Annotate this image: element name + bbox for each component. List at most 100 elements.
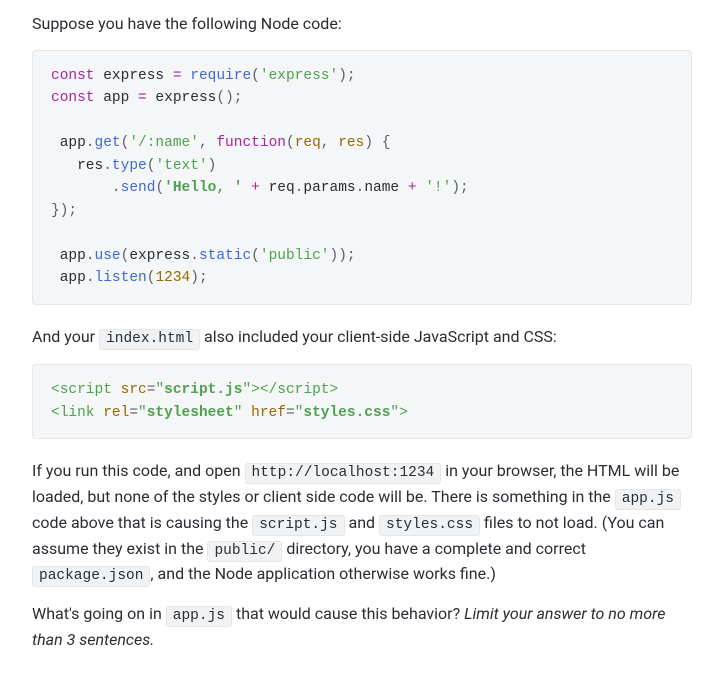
fn-send: send: [121, 180, 156, 196]
tag-link: link: [60, 405, 95, 421]
str-text: 'text': [155, 158, 207, 174]
txt: [242, 180, 251, 196]
text: that would cause this behavior?: [232, 604, 464, 623]
txt: app: [95, 90, 139, 106]
para-2: And your index.html also included your c…: [32, 325, 692, 351]
punc: ;: [460, 180, 469, 196]
txt: [51, 180, 112, 196]
op-eq: =: [173, 68, 182, 84]
str-bang: '!': [425, 180, 451, 196]
txt: params: [303, 180, 355, 196]
punc: .: [356, 180, 365, 196]
text: directory, you have a complete and corre…: [282, 539, 586, 558]
txt: express: [147, 90, 217, 106]
kw-const: const: [51, 90, 95, 106]
punc: ;: [347, 68, 356, 84]
txt: req: [260, 180, 295, 196]
str-public: 'public': [260, 248, 330, 264]
punc: ): [451, 180, 460, 196]
punc: .: [86, 248, 95, 264]
punc: ): [208, 158, 217, 174]
op-plus: +: [408, 180, 417, 196]
txt: name: [364, 180, 408, 196]
txt: app: [51, 248, 86, 264]
code-appjs: app.js: [615, 489, 681, 510]
quote: ": [155, 382, 164, 398]
node-code-block: const express = require('express'); cons…: [32, 50, 692, 305]
txt: express: [95, 68, 173, 84]
code-index-html: index.html: [99, 329, 200, 350]
str-express: 'express': [260, 68, 338, 84]
angle: </: [260, 382, 277, 398]
punc: (: [251, 248, 260, 264]
fn-require: require: [190, 68, 251, 84]
punc: =: [286, 405, 295, 421]
txt: [112, 382, 121, 398]
punc: }: [51, 203, 60, 219]
code-packagejson: package.json: [32, 566, 150, 587]
fn-listen: listen: [95, 270, 147, 286]
quote: ": [138, 405, 147, 421]
kw-const: const: [51, 68, 95, 84]
punc: (: [251, 68, 260, 84]
attrval-scriptjs: script.js: [164, 382, 242, 398]
code-stylescss: styles.css: [379, 515, 480, 536]
txt: [242, 405, 251, 421]
txt: express: [129, 248, 190, 264]
quote: ": [390, 405, 399, 421]
punc: (: [286, 135, 295, 151]
attrval-stylesheet: stylesheet: [147, 405, 234, 421]
angle: >: [251, 382, 260, 398]
attr-rel: rel: [103, 405, 129, 421]
txt: [417, 180, 426, 196]
text: code above that is causing the: [32, 513, 252, 532]
kw-function: function: [216, 135, 286, 151]
text: What's going on in: [32, 604, 166, 623]
tag-script: script: [60, 382, 112, 398]
punc: .: [86, 270, 95, 286]
punc: ): [190, 270, 199, 286]
html-code-block: <script src="script.js"></script> <link …: [32, 364, 692, 439]
punc: .: [112, 180, 121, 196]
punc: ): [338, 248, 347, 264]
str-route: '/:name': [129, 135, 199, 151]
text: If you run this code, and open: [32, 461, 245, 480]
punc: ;: [234, 90, 243, 106]
fn-use: use: [95, 248, 121, 264]
code-public: public/: [207, 541, 282, 562]
punc: =: [129, 405, 138, 421]
param-res: res: [338, 135, 364, 151]
tag-script-close: script: [277, 382, 329, 398]
fn-static: static: [199, 248, 251, 264]
op-eq: =: [138, 90, 147, 106]
angle: <: [51, 382, 60, 398]
punc: ): [225, 90, 234, 106]
attr-href: href: [251, 405, 286, 421]
code-scriptjs: script.js: [252, 515, 344, 536]
punc: ): [364, 135, 373, 151]
punc: ): [330, 248, 339, 264]
text: also included your client-side JavaScrip…: [200, 327, 557, 346]
txt: [95, 405, 104, 421]
punc: ,: [199, 135, 208, 151]
txt: app: [51, 135, 86, 151]
op-plus: +: [251, 180, 260, 196]
code-appjs-2: app.js: [166, 606, 232, 627]
param-req: req: [295, 135, 321, 151]
punc: (: [155, 180, 164, 196]
punc: .: [86, 135, 95, 151]
angle: <: [51, 405, 60, 421]
punc: ;: [68, 203, 77, 219]
punc: .: [190, 248, 199, 264]
text: And your: [32, 327, 99, 346]
punc: ,: [321, 135, 338, 151]
str-hello: 'Hello, ': [164, 180, 242, 196]
punc: (: [216, 90, 225, 106]
punc: ): [338, 68, 347, 84]
punc: {: [382, 135, 391, 151]
text: , and the Node application otherwise wor…: [150, 564, 495, 583]
fn-get: get: [95, 135, 121, 151]
intro-text: Suppose you have the following Node code…: [32, 12, 692, 36]
punc: ;: [347, 248, 356, 264]
quote: ": [242, 382, 251, 398]
